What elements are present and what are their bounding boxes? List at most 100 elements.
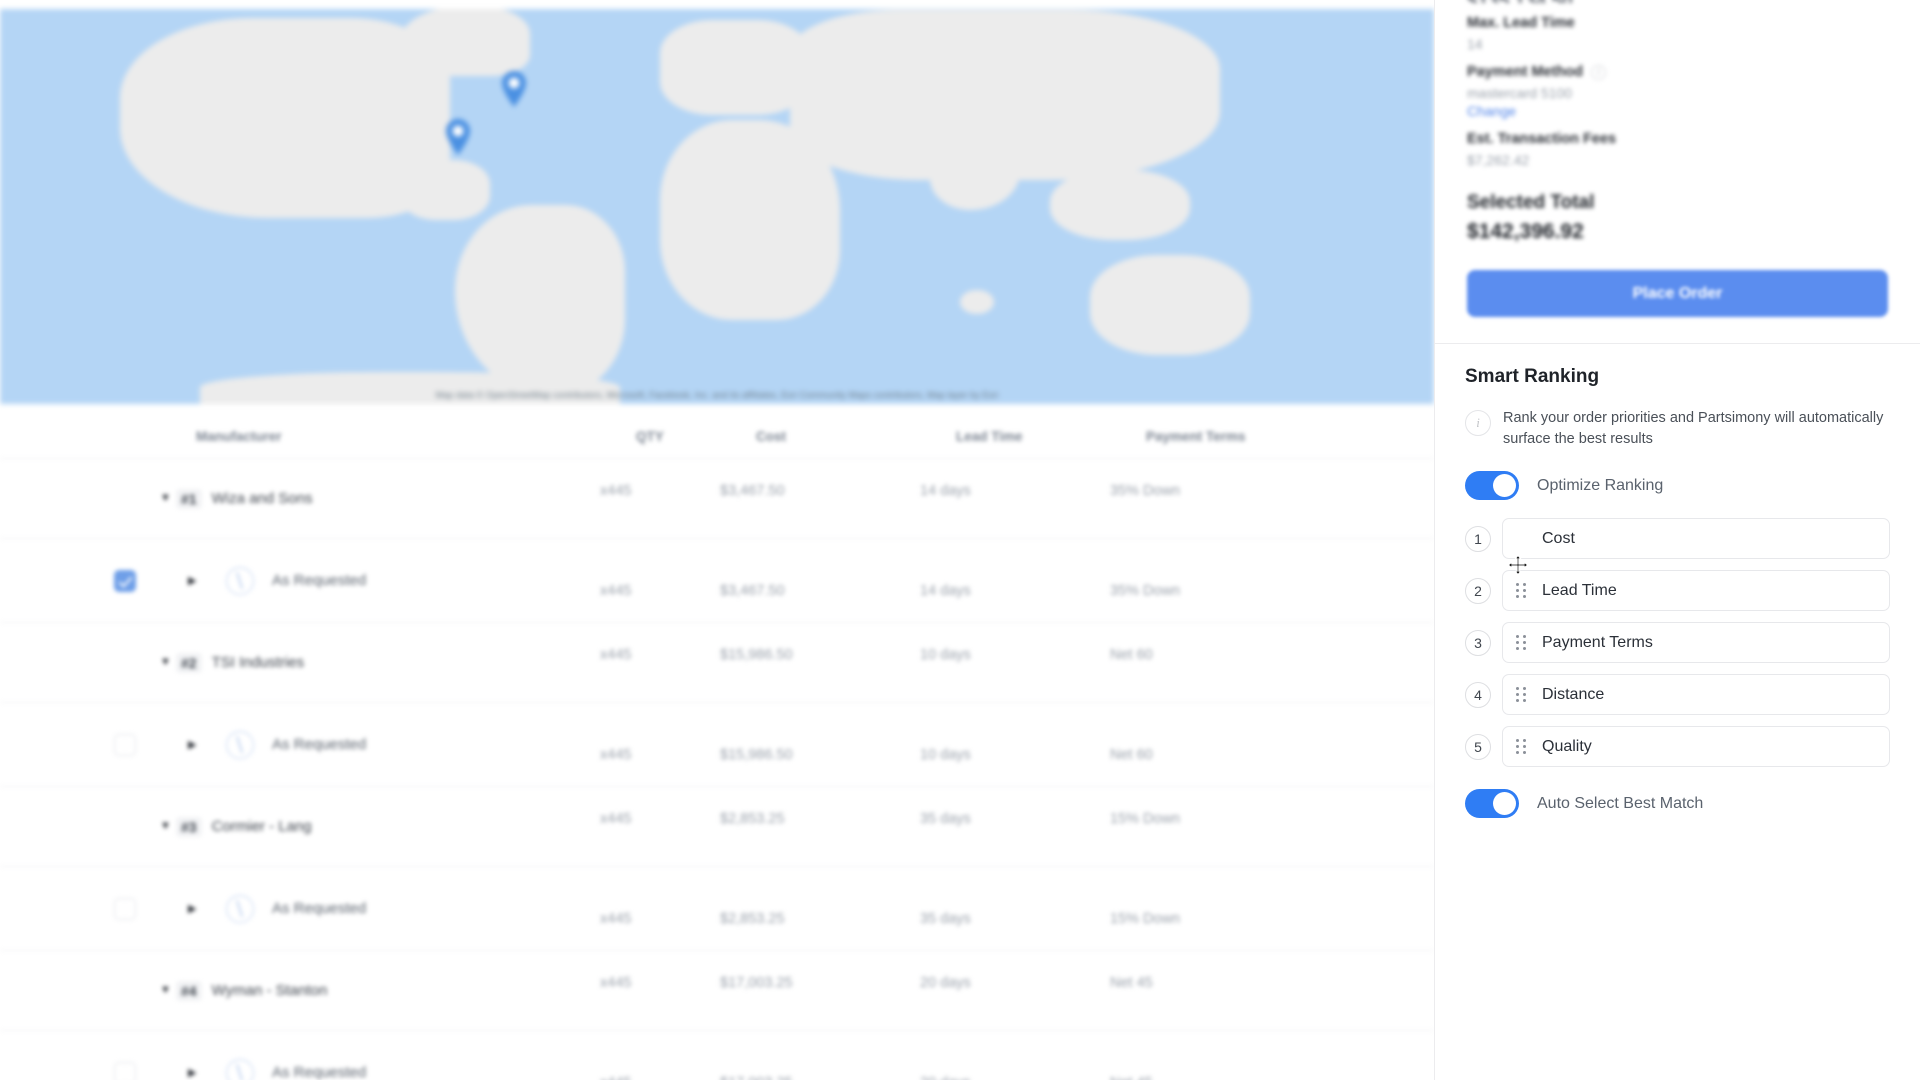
payment-terms-cell: Net 60 bbox=[1110, 746, 1153, 763]
manufacturer-cell: ▼ #2 TSI Industries bbox=[160, 652, 600, 673]
ranking-item-quality[interactable]: 5 Quality bbox=[1465, 726, 1890, 768]
row-select-checkbox[interactable] bbox=[114, 1061, 136, 1080]
table-row-manufacturer[interactable]: ▼ #4 Wyman - Stanton x445 $17,003.25 20 days N… bbox=[0, 950, 1434, 1030]
landmass-central-america bbox=[400, 160, 490, 220]
rank-badge: #1 bbox=[176, 488, 202, 509]
chevron-down-icon[interactable]: ▼ bbox=[160, 985, 176, 996]
qty-cell: x445 bbox=[600, 646, 632, 663]
auto-select-best-match-toggle[interactable] bbox=[1465, 789, 1519, 819]
order-sidebar: $135,134.50 Max. Lead Time 14 Payment Me… bbox=[1434, 0, 1920, 1080]
change-payment-method-link[interactable]: Change bbox=[1467, 103, 1888, 119]
map-pin-north[interactable] bbox=[500, 70, 528, 108]
optimize-ranking-row: Optimize Ranking bbox=[1465, 471, 1890, 501]
ranking-item-cost[interactable]: 1 Cost bbox=[1465, 518, 1890, 560]
ranking-position: 2 bbox=[1465, 577, 1491, 604]
drag-handle-icon[interactable] bbox=[1516, 686, 1528, 703]
chevron-down-icon[interactable]: ▼ bbox=[160, 821, 176, 832]
table-row-manufacturer[interactable]: ▼ #1 Wiza and Sons x445 $3,467.50 14 days 35% … bbox=[0, 458, 1434, 538]
ranking-item-distance[interactable]: 4 Distance bbox=[1465, 674, 1890, 716]
map-pin-south[interactable] bbox=[444, 118, 472, 156]
rank-badge: #4 bbox=[176, 980, 202, 1001]
smart-ranking-description: Rank your order priorities and Partsimon… bbox=[1503, 410, 1884, 447]
manufacturer-cell: ▼ #1 Wiza and Sons bbox=[160, 488, 600, 509]
auto-select-best-match-label: Auto Select Best Match bbox=[1537, 794, 1704, 812]
drag-handle-icon[interactable] bbox=[1516, 634, 1528, 651]
lead-time-cell: 14 days bbox=[920, 482, 971, 499]
clipped-subtotal-value: $135,134.50 bbox=[1467, 0, 1888, 3]
table-row-manufacturer[interactable]: ▼ #2 TSI Industries x445 $15,986.50 10 days Ne… bbox=[0, 622, 1434, 702]
quote-status-icon: ╱ bbox=[226, 894, 254, 923]
cost-cell: $15,986.50 bbox=[720, 746, 793, 763]
qty-cell: x445 bbox=[600, 746, 632, 763]
qty-cell: x445 bbox=[600, 582, 632, 599]
row-select-checkbox[interactable] bbox=[114, 897, 136, 920]
table-row-quote[interactable]: ▶ ╱ As Requested x445 $2,853.25 35 days 15% Do… bbox=[0, 866, 1434, 950]
smart-ranking-title: Smart Ranking bbox=[1465, 366, 1600, 387]
info-icon[interactable]: i bbox=[1591, 64, 1607, 80]
world-map[interactable]: Map data © OpenStreetMap contributors, M… bbox=[0, 0, 1434, 404]
selected-total-value: $142,396.92 bbox=[1467, 220, 1584, 243]
qty-cell: x445 bbox=[600, 910, 632, 927]
lead-time-cell: 20 days bbox=[920, 974, 971, 991]
ranking-item-box[interactable]: Payment Terms bbox=[1502, 622, 1890, 664]
lead-time-cell: 10 days bbox=[920, 746, 971, 763]
ranking-item-payment-terms[interactable]: 3 Payment Terms bbox=[1465, 622, 1890, 664]
map-pin-icon bbox=[446, 119, 470, 155]
lead-time-cell: 35 days bbox=[920, 910, 971, 927]
quote-label: As Requested bbox=[272, 900, 367, 917]
quote-label: As Requested bbox=[272, 572, 367, 589]
drag-handle-icon[interactable] bbox=[1516, 582, 1528, 599]
ranking-item-label: Quality bbox=[1542, 737, 1592, 755]
ranking-item-box[interactable]: Cost bbox=[1502, 518, 1890, 560]
row-checkbox-cell bbox=[0, 733, 160, 756]
payment-terms-cell: 35% Down bbox=[1110, 482, 1181, 499]
selected-total-label: Selected Total bbox=[1467, 192, 1595, 213]
table-row-manufacturer[interactable]: ▼ #3 Cormier - Lang x445 $2,853.25 35 days 15%… bbox=[0, 786, 1434, 866]
payment-terms-cell: Net 45 bbox=[1110, 974, 1153, 991]
ranking-item-box[interactable]: Quality bbox=[1502, 726, 1890, 768]
ranking-position: 3 bbox=[1465, 629, 1491, 656]
chevron-right-icon[interactable]: ▶ bbox=[188, 902, 204, 915]
quote-cell: ▶ ╱ As Requested bbox=[160, 1058, 600, 1080]
manufacturer-cell: ▼ #3 Cormier - Lang bbox=[160, 816, 600, 837]
drag-handle-icon[interactable] bbox=[1516, 738, 1528, 755]
row-select-checkbox[interactable] bbox=[114, 733, 136, 756]
chevron-down-icon[interactable]: ▼ bbox=[160, 657, 176, 668]
chevron-down-icon[interactable]: ▼ bbox=[160, 493, 176, 504]
column-header-lead-time[interactable]: Lead Time bbox=[956, 429, 1146, 444]
chevron-right-icon[interactable]: ▶ bbox=[188, 1066, 204, 1079]
place-order-button[interactable]: Place Order bbox=[1467, 270, 1888, 317]
optimize-ranking-toggle[interactable] bbox=[1465, 471, 1519, 501]
ranking-item-box[interactable]: Distance bbox=[1502, 674, 1890, 716]
table-row-quote[interactable]: ▶ ╱ As Requested x445$17,003.2520 daysNet 4… bbox=[0, 1030, 1434, 1080]
chevron-right-icon[interactable]: ▶ bbox=[188, 738, 204, 751]
table-row-quote[interactable]: ▶ ╱ As Requested x445 $3,467.50 14 days 35% Do… bbox=[0, 538, 1434, 622]
column-header-manufacturer[interactable]: Manufacturer bbox=[196, 429, 636, 444]
ranking-item-box[interactable]: Lead Time bbox=[1502, 570, 1890, 612]
transaction-fees-value: $7,262.42 bbox=[1467, 152, 1530, 168]
payment-terms-cell: 35% Down bbox=[1110, 582, 1181, 599]
rank-badge: #2 bbox=[176, 652, 202, 673]
cost-cell: $15,986.50 bbox=[720, 646, 793, 663]
max-lead-time-value: 14 bbox=[1467, 36, 1483, 52]
info-circle-icon: i bbox=[1465, 410, 1491, 436]
ranking-position: 5 bbox=[1465, 733, 1491, 760]
payment-terms-cell: 15% Down bbox=[1110, 910, 1181, 927]
manufacturer-name: Wiza and Sons bbox=[211, 490, 313, 507]
ranking-item-lead-time[interactable]: 2 Lead Time bbox=[1465, 570, 1890, 612]
column-header-qty[interactable]: QTY bbox=[636, 429, 756, 444]
column-header-cost[interactable]: Cost bbox=[756, 429, 956, 444]
ranking-item-label: Distance bbox=[1542, 685, 1605, 703]
landmass-australia bbox=[1090, 255, 1250, 355]
quote-cell: ▶ ╱ As Requested bbox=[160, 566, 600, 595]
cost-cell: $17,003.25 bbox=[720, 1075, 920, 1080]
transaction-fees-label: Est. Transaction Fees bbox=[1467, 131, 1617, 147]
manufacturer-name: TSI Industries bbox=[211, 654, 305, 671]
column-header-payment-terms[interactable]: Payment Terms bbox=[1146, 429, 1366, 444]
landmass-europe bbox=[660, 20, 810, 115]
table-row-quote[interactable]: ▶ ╱ As Requested x445 $15,986.50 10 days Net 6… bbox=[0, 702, 1434, 786]
payment-terms-cell: 15% Down bbox=[1110, 810, 1181, 827]
chevron-right-icon[interactable]: ▶ bbox=[188, 574, 204, 587]
row-checkbox-cell bbox=[0, 569, 160, 592]
row-select-checkbox[interactable] bbox=[114, 569, 136, 592]
